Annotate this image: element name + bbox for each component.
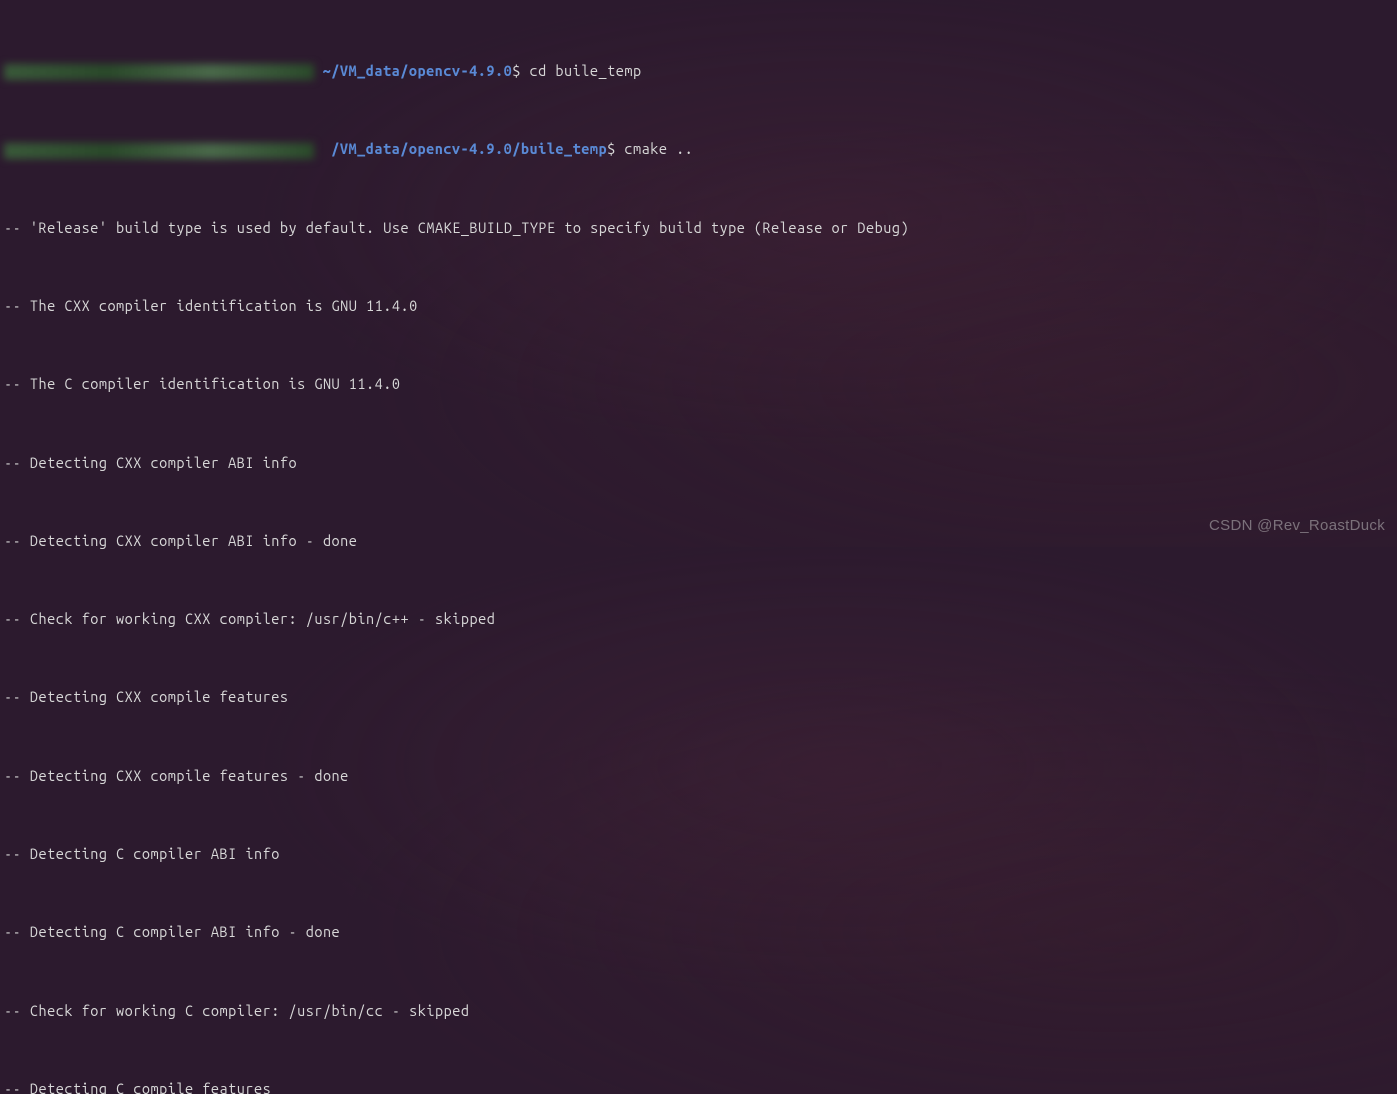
prompt-line-2: /VM_data/opencv-4.9.0/buile_temp$ cmake … <box>4 136 1393 162</box>
output-line: -- Detecting CXX compile features - done <box>4 763 1393 789</box>
user-host-blurred <box>4 64 314 80</box>
output-line: -- Check for working CXX compiler: /usr/… <box>4 606 1393 632</box>
prompt-path-1: ~/VM_data/opencv-4.9.0 <box>323 62 513 79</box>
command-1: cd buile_temp <box>530 62 642 79</box>
output-line: -- Detecting C compiler ABI info <box>4 841 1393 867</box>
user-host-blurred <box>4 143 314 159</box>
watermark-text: CSDN @Rev_RoastDuck <box>1209 512 1385 539</box>
terminal-output[interactable]: ~/VM_data/opencv-4.9.0$ cd buile_temp /V… <box>4 6 1393 1094</box>
prompt-line-1: ~/VM_data/opencv-4.9.0$ cd buile_temp <box>4 58 1393 84</box>
output-line: -- Detecting CXX compiler ABI info - don… <box>4 528 1393 554</box>
output-line: -- Detecting C compiler ABI info - done <box>4 919 1393 945</box>
output-line: -- Detecting CXX compile features <box>4 684 1393 710</box>
output-line: -- The C compiler identification is GNU … <box>4 371 1393 397</box>
output-line: -- Detecting CXX compiler ABI info <box>4 450 1393 476</box>
prompt-path-2: /VM_data/opencv-4.9.0/buile_temp <box>331 140 607 157</box>
output-line: -- 'Release' build type is used by defau… <box>4 215 1393 241</box>
command-2: cmake .. <box>624 140 693 157</box>
output-line: -- Check for working C compiler: /usr/bi… <box>4 998 1393 1024</box>
output-line: -- The CXX compiler identification is GN… <box>4 293 1393 319</box>
output-line: -- Detecting C compile features <box>4 1076 1393 1094</box>
